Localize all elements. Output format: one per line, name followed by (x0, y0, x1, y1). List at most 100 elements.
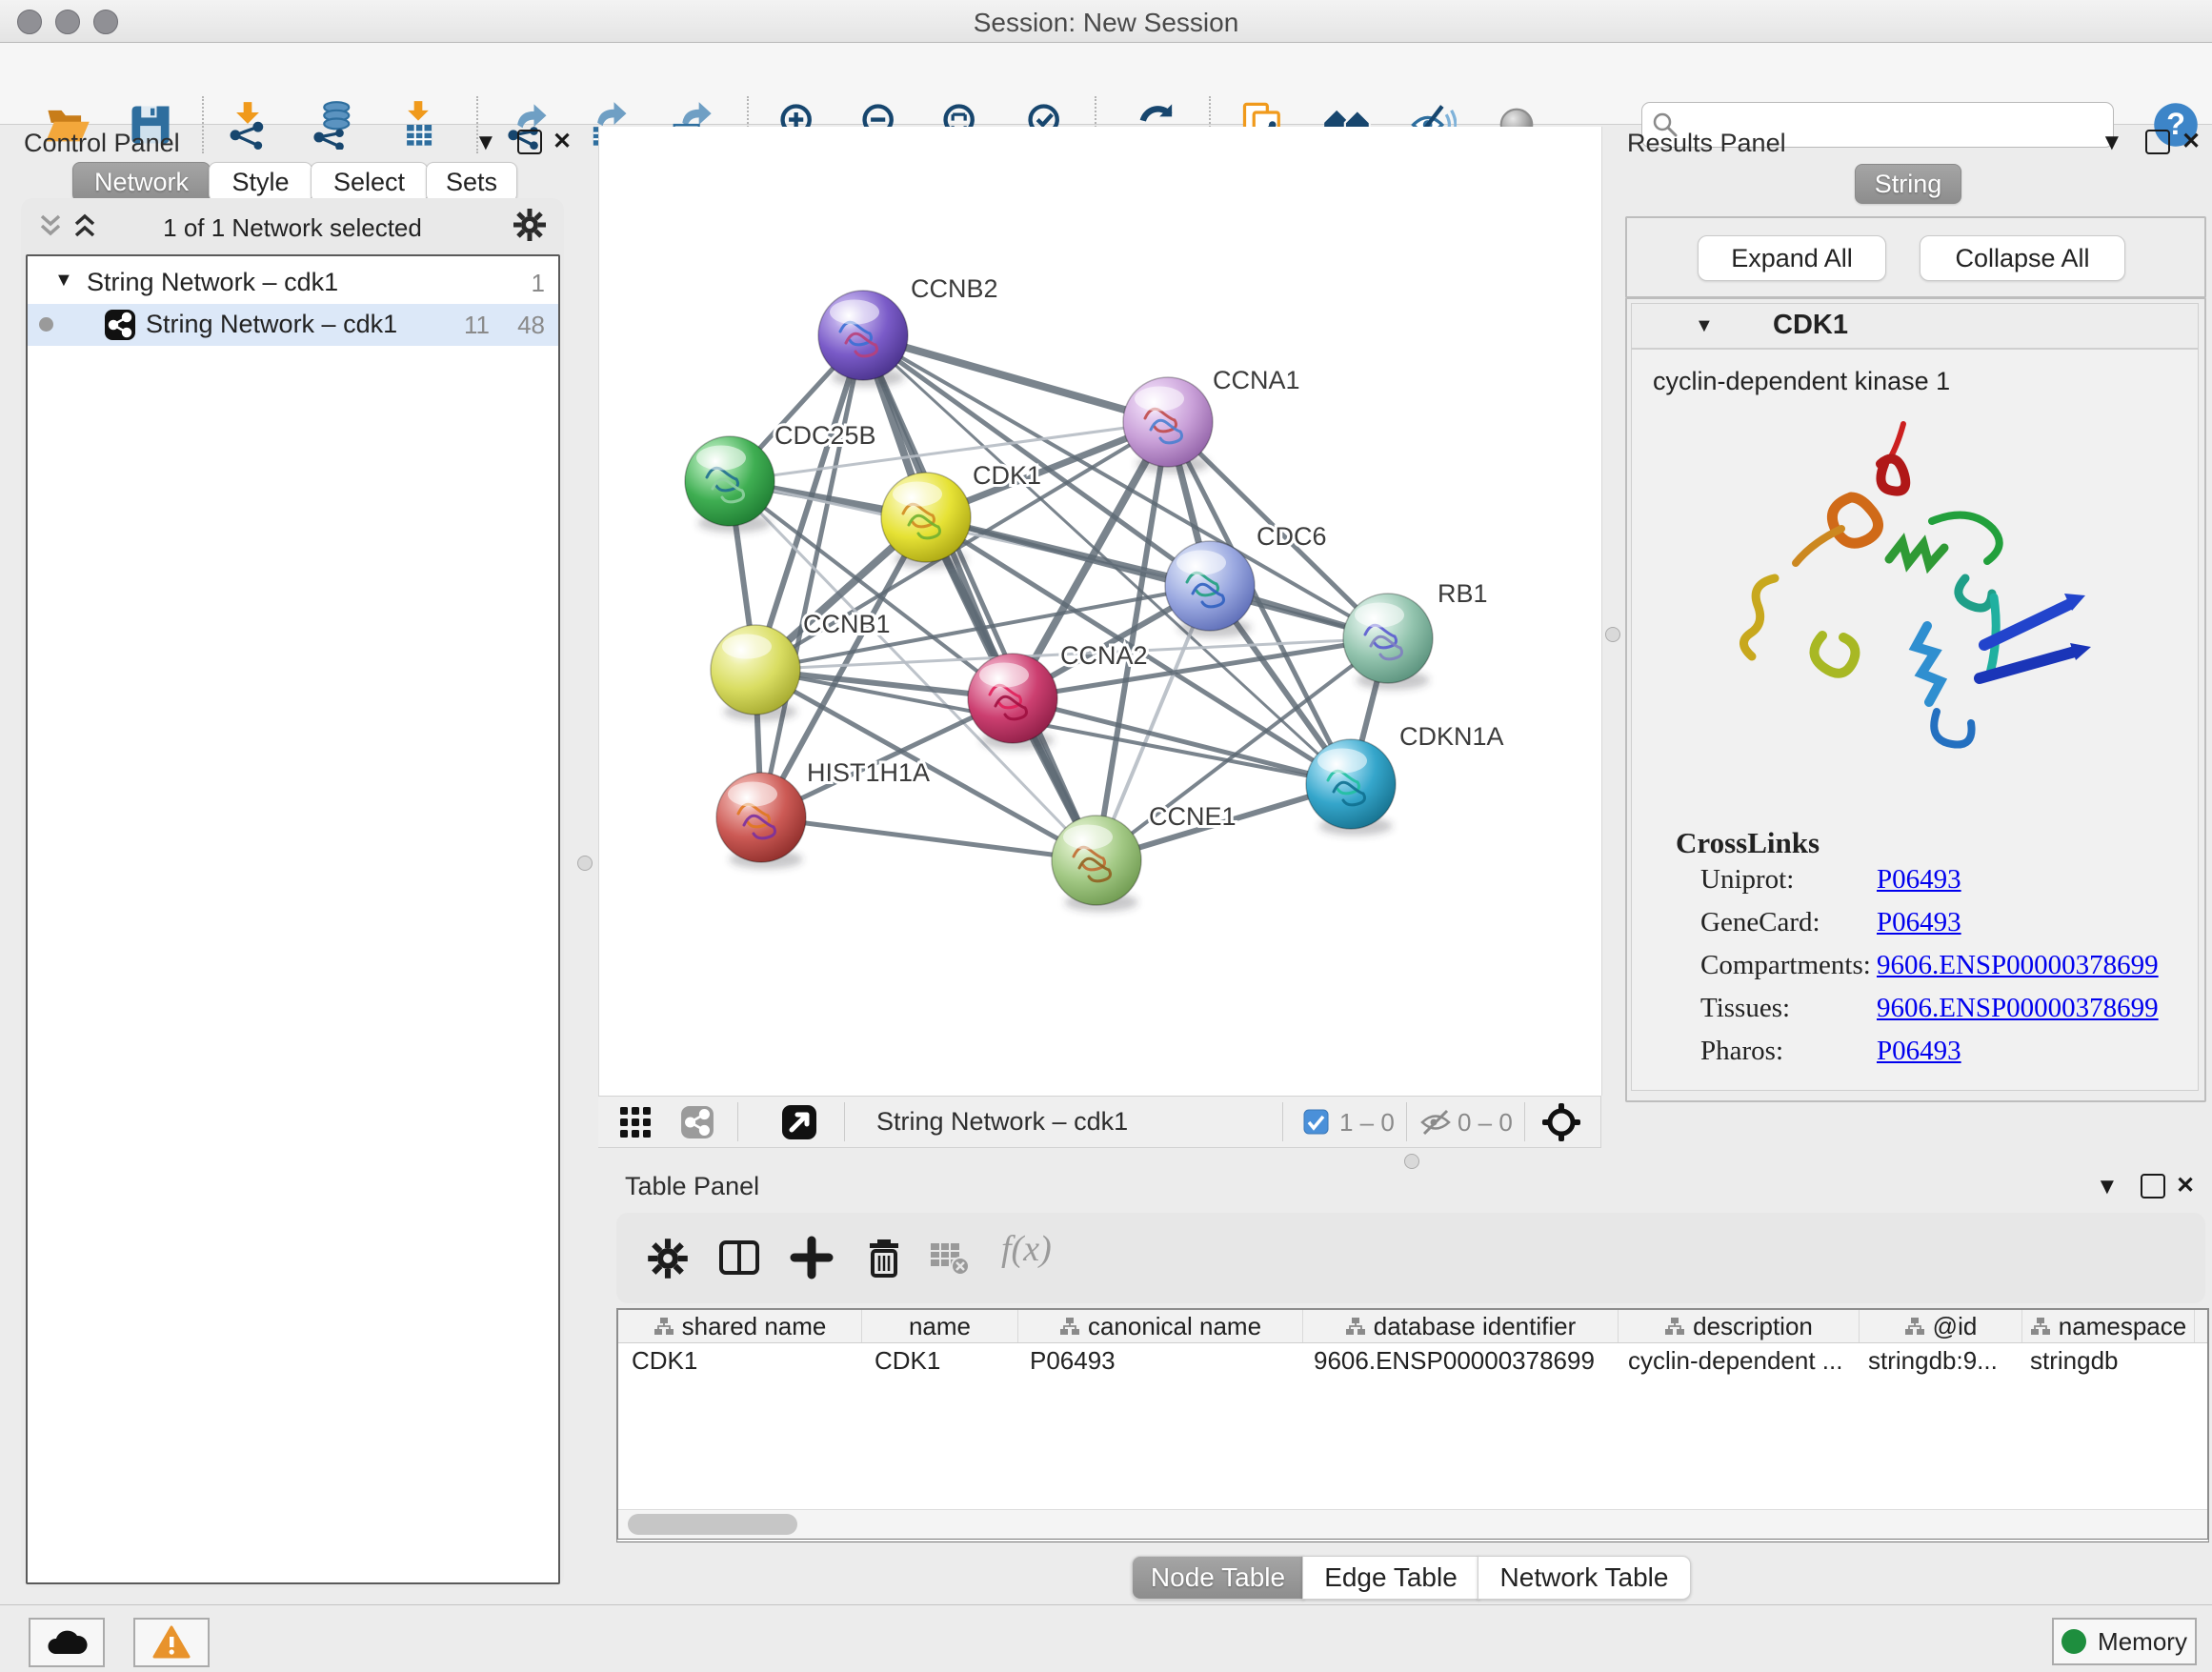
bar-separator (844, 1102, 845, 1141)
column-header-namespace[interactable]: namespace (2022, 1310, 2195, 1342)
network-edge[interactable] (761, 335, 863, 817)
close-panel-icon[interactable]: ✕ (553, 128, 572, 155)
hidden-count: 0 – 0 (1458, 1108, 1513, 1138)
column-header-database-identifier[interactable]: database identifier (1303, 1310, 1619, 1342)
warnings-button[interactable] (133, 1618, 210, 1667)
network-row-label: String Network – cdk1 (146, 310, 397, 339)
expand-all-button[interactable]: Expand All (1698, 235, 1886, 281)
scrollbar-thumb[interactable] (628, 1514, 797, 1535)
node-label-CDK1: CDK1 (973, 461, 1041, 490)
crosslink-label: Pharos: (1700, 1036, 1783, 1067)
table-options-gear-icon[interactable] (647, 1238, 689, 1279)
close-panel-icon[interactable]: ✕ (2176, 1172, 2195, 1199)
crosslink-label: Compartments: (1700, 950, 1871, 981)
crosslinks-list: Uniprot:P06493GeneCard:P06493Compartment… (1632, 864, 2198, 1078)
network-node-CCNA2[interactable] (968, 654, 1057, 750)
network-collection-row[interactable]: ▼ String Network – cdk1 1 (28, 262, 558, 304)
network-list-box: 1 of 1 Network selected ▼ String Network… (21, 198, 564, 1587)
show-columns-icon[interactable] (717, 1236, 761, 1279)
tab-node-table[interactable]: Node Table (1132, 1556, 1304, 1600)
crosslink-link[interactable]: 9606.ENSP00000378699 (1877, 993, 2159, 1024)
tab-edge-table[interactable]: Edge Table (1302, 1556, 1479, 1600)
warning-icon (152, 1625, 191, 1660)
crosslink-row: Pharos: P06493 (1632, 1036, 2198, 1078)
tab-string[interactable]: String (1855, 164, 1961, 204)
birds-eye-crosshair-icon[interactable] (1541, 1102, 1581, 1142)
network-node-CDC6[interactable] (1165, 541, 1255, 637)
float-panel-icon[interactable]: ▼ (474, 130, 497, 156)
close-panel-icon[interactable]: ✕ (2182, 128, 2201, 155)
column-header-name[interactable]: name (862, 1310, 1018, 1342)
network-view-share-icon[interactable] (680, 1105, 714, 1139)
crosslink-link[interactable]: P06493 (1877, 907, 1961, 938)
table-cell[interactable]: P06493 (1016, 1343, 1300, 1379)
table-cell[interactable]: CDK1 (618, 1343, 861, 1379)
collapse-all-button[interactable]: Collapse All (1920, 235, 2125, 281)
protein-description: cyclin-dependent kinase 1 (1653, 367, 1950, 396)
delete-column-icon[interactable] (862, 1234, 906, 1279)
crosslink-link[interactable]: P06493 (1877, 1036, 1961, 1067)
node-label-CCNB2: CCNB2 (911, 274, 998, 303)
node-label-CCNE1: CCNE1 (1149, 802, 1237, 831)
section-collapse-triangle-icon[interactable]: ▼ (1695, 315, 1714, 337)
network-canvas[interactable]: CCNB2CCNA1CDC25BCDK1CDC6RB1CCNB1CCNA2CDK… (598, 127, 1602, 1096)
collection-expand-triangle-icon[interactable]: ▼ (54, 270, 73, 292)
column-header--id[interactable]: @id (1860, 1310, 2022, 1342)
grid-view-icon[interactable] (619, 1106, 652, 1138)
float-panel-icon[interactable]: ▼ (2101, 130, 2123, 156)
table-row[interactable]: CDK1CDK1P064939606.ENSP00000378699cyclin… (618, 1343, 2207, 1379)
table-panel-title: Table Panel (625, 1172, 759, 1201)
column-header-description[interactable]: description (1619, 1310, 1860, 1342)
column-header-shared-name[interactable]: shared name (618, 1310, 862, 1342)
network-edge[interactable] (761, 817, 1096, 860)
control-panel: Control Panel ▼ ✕ Network Style Select S… (11, 126, 570, 1589)
network-node-CCNE1[interactable] (1052, 816, 1141, 912)
network-node-CCNA1[interactable] (1123, 377, 1213, 473)
table-cell[interactable]: cyclin-dependent ... (1615, 1343, 1855, 1379)
crosslink-label: GeneCard: (1700, 907, 1820, 938)
control-panel-title: Control Panel (24, 129, 180, 158)
horizontal-scrollbar[interactable] (618, 1509, 2207, 1539)
node-column-icon (1345, 1317, 1366, 1336)
cdk1-section-header[interactable]: ▼ CDK1 (1631, 303, 2199, 349)
crosslink-link[interactable]: 9606.ENSP00000378699 (1877, 950, 2159, 981)
network-node-HIST1H1A[interactable] (716, 773, 806, 869)
cdk1-section-body: cyclin-dependent kinase 1 C (1631, 349, 2199, 1091)
tab-network-table[interactable]: Network Table (1478, 1556, 1691, 1600)
network-node-CDK1[interactable] (881, 473, 971, 569)
tab-style[interactable]: Style (209, 162, 312, 202)
open-in-new-window-icon[interactable] (781, 1104, 817, 1140)
maximize-panel-icon[interactable] (517, 130, 542, 154)
column-header-canonical-name[interactable]: canonical name (1018, 1310, 1303, 1342)
results-buttons-box: Expand All Collapse All (1625, 216, 2206, 298)
network-row-selected[interactable]: String Network – cdk1 11 48 (28, 304, 558, 346)
left-splitter-handle[interactable] (577, 856, 593, 871)
crosslink-label: Tissues: (1700, 993, 1790, 1024)
bar-separator (737, 1102, 738, 1141)
table-toolbar: f(x) (616, 1213, 2205, 1303)
node-label-CCNB1: CCNB1 (803, 610, 891, 638)
node-column-icon (1664, 1317, 1685, 1336)
tab-select[interactable]: Select (311, 162, 428, 202)
section-title: CDK1 (1773, 310, 1848, 341)
network-options-gear-icon[interactable] (513, 208, 547, 242)
maximize-panel-icon[interactable] (2141, 1174, 2165, 1199)
memory-button[interactable]: Memory (2052, 1618, 2197, 1665)
tab-sets[interactable]: Sets (426, 162, 517, 202)
maximize-panel-icon[interactable] (2145, 130, 2170, 154)
table-cell[interactable]: 9606.ENSP00000378699 (1300, 1343, 1615, 1379)
right-splitter-handle[interactable] (1605, 627, 1620, 642)
crosslink-link[interactable]: P06493 (1877, 864, 1961, 896)
network-node-CDC25B[interactable] (685, 436, 774, 533)
table-cell[interactable]: stringdb (2017, 1343, 2188, 1379)
network-node-CCNB1[interactable] (711, 625, 800, 721)
tab-network[interactable]: Network (72, 162, 211, 202)
float-panel-icon[interactable]: ▼ (2096, 1174, 2119, 1200)
network-node-RB1[interactable] (1343, 594, 1433, 690)
add-column-icon[interactable] (790, 1236, 834, 1279)
network-node-CDKN1A[interactable] (1306, 739, 1396, 836)
cloud-button[interactable] (29, 1618, 105, 1667)
table-cell[interactable]: stringdb:9... (1855, 1343, 2017, 1379)
selected-checkbox-icon[interactable] (1303, 1109, 1329, 1135)
table-cell[interactable]: CDK1 (861, 1343, 1016, 1379)
